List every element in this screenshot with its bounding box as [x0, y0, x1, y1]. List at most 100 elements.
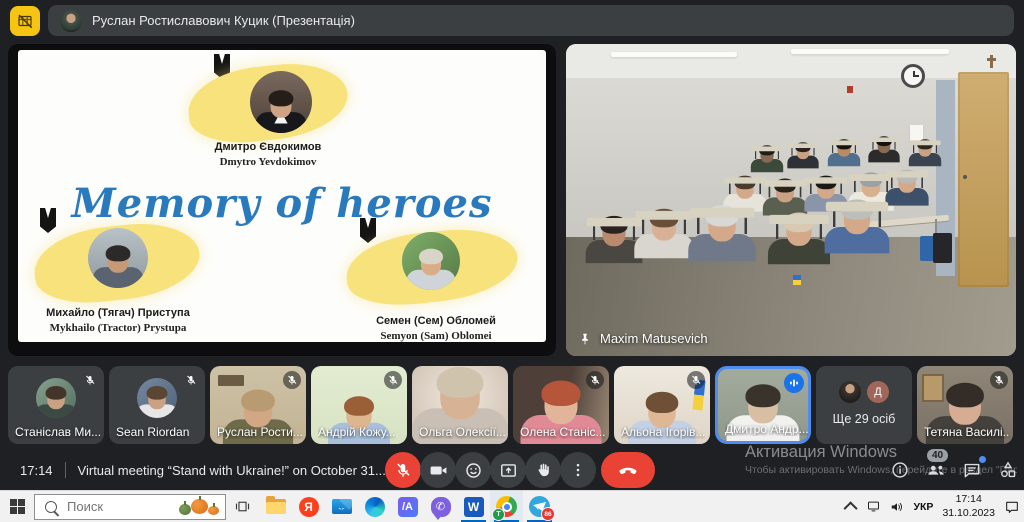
participant-tile[interactable]: Тетяна Василі...: [917, 366, 1013, 444]
search-input[interactable]: [65, 498, 169, 515]
mic-muted-badge: [182, 371, 200, 389]
participant-tile[interactable]: Ольга Олексії...: [412, 366, 508, 444]
language-indicator[interactable]: УКР: [913, 501, 933, 513]
halloween-pumpkins-doodle: [177, 495, 223, 519]
meeting-info: 17:14 Virtual meeting “Stand with Ukrain…: [20, 462, 386, 478]
file-explorer-button[interactable]: [259, 491, 292, 522]
participants-row: Станіслав Ми... Sean Riordan Руслан Рости.…: [8, 366, 1013, 444]
myoffice-button[interactable]: /A: [391, 491, 424, 522]
avatar: [36, 378, 76, 418]
audio-activity-icon: [788, 377, 800, 389]
participant-tile[interactable]: Андрій Кожу...: [311, 366, 407, 444]
volume-icon[interactable]: [890, 500, 904, 514]
meeting-app: Руслан Ростиславович Куцик (Презентація)…: [0, 0, 1024, 490]
participant-tile[interactable]: Руслан Рости...: [210, 366, 306, 444]
task-view-button[interactable]: [226, 491, 259, 522]
student-desk: [869, 137, 899, 142]
slide-title: Memory of heroes: [18, 180, 546, 227]
mail-icon: [332, 499, 352, 514]
avatar: [137, 378, 177, 418]
clock-text: 17:14: [20, 463, 53, 478]
camera-icon: [429, 461, 448, 480]
search-icon: [45, 501, 57, 513]
viber-button[interactable]: ✆: [424, 491, 457, 522]
chat-notification-dot: [979, 456, 986, 463]
more-options-button[interactable]: [560, 452, 596, 488]
task-view-icon: [234, 498, 251, 515]
participant-tile[interactable]: Альона Ігорів...: [614, 366, 710, 444]
student-desk: [724, 177, 766, 183]
slide-person-name: Семен (Сем) Обломей Semyon (Sam) Oblomei: [348, 314, 524, 342]
trash-bin: [933, 233, 952, 263]
activities-button[interactable]: [996, 458, 1020, 482]
tray-expand-chevron-icon[interactable]: [844, 501, 858, 515]
mail-button[interactable]: [325, 491, 358, 522]
action-center-button[interactable]: [1004, 499, 1020, 515]
grid-slash-icon: [16, 12, 34, 30]
word-button[interactable]: W: [457, 491, 490, 522]
participants-count-badge: 40: [927, 449, 948, 462]
people-icon: [925, 459, 947, 481]
camera-button[interactable]: [420, 452, 456, 488]
start-button[interactable]: [0, 491, 34, 522]
mic-muted-badge: [81, 371, 99, 389]
call-controls: [385, 452, 654, 488]
shapes-icon: [998, 460, 1018, 480]
student-desk: [751, 146, 782, 151]
tray-device-icon[interactable]: [866, 499, 881, 514]
tray-clock[interactable]: 17:14 31.10.2023: [942, 493, 995, 519]
top-bar: Руслан Ростиславович Куцик (Презентація): [0, 0, 1024, 42]
participant-name: Ольга Олексії...: [419, 425, 505, 439]
end-call-button[interactable]: [601, 452, 655, 488]
student-desk: [886, 171, 928, 177]
participant-tile[interactable]: Sean Riordan: [109, 366, 205, 444]
present-screen-icon: [499, 461, 518, 480]
participant-tile[interactable]: Станіслав Ми...: [8, 366, 104, 444]
hand-icon: [534, 461, 552, 479]
mic-muted-icon: [394, 461, 412, 479]
pinned-participant-label: Maxim Matusevich: [578, 331, 708, 346]
participant-tile[interactable]: Олена Станіс...: [513, 366, 609, 444]
yandex-icon: Я: [299, 497, 319, 517]
taskbar-search[interactable]: [34, 494, 226, 520]
chat-button[interactable]: [960, 458, 984, 482]
participants-button[interactable]: 40: [924, 458, 948, 482]
speaking-indicator: [784, 373, 804, 393]
participant-name: Sean Riordan: [116, 425, 189, 439]
windows-taskbar: Я /A ✆ W T 86 УКР 17:14 31.10.2023: [0, 490, 1024, 522]
mic-off-button[interactable]: [385, 452, 421, 488]
shared-presentation-tile[interactable]: Дмитро Євдокимов Dmytro Yevdokimov Memor…: [8, 44, 556, 356]
student-desk: [690, 208, 755, 218]
folder-icon: [266, 499, 286, 514]
slash-a-app-icon: /A: [398, 497, 418, 517]
mic-muted-icon: [84, 374, 96, 386]
pin-icon: [578, 332, 592, 346]
wall-cross: [990, 55, 993, 68]
ukraine-flag: [793, 275, 801, 285]
participant-tile[interactable]: ДЩе 29 осіб: [816, 366, 912, 444]
classroom-door: [958, 72, 1010, 287]
reactions-button[interactable]: [455, 452, 491, 488]
mic-muted-icon: [387, 374, 399, 386]
meeting-details-button[interactable]: [888, 458, 912, 482]
participant-name: Тетяна Василі...: [924, 425, 1010, 439]
student-desk: [764, 180, 807, 187]
present-button[interactable]: [490, 452, 526, 488]
edge-button[interactable]: [358, 491, 391, 522]
participant-name: Дмитро Андр...: [725, 422, 809, 436]
presentation-off-badge[interactable]: [10, 6, 40, 36]
chrome-button[interactable]: T: [490, 491, 523, 522]
action-center-icon: [1004, 499, 1020, 515]
windows-logo-icon: [10, 499, 25, 514]
pinned-video-tile[interactable]: Maxim Matusevich: [566, 44, 1016, 356]
portrait-photo: [402, 232, 460, 290]
telegram-unread-badge: 86: [541, 507, 555, 521]
end-call-icon: [617, 459, 639, 481]
participant-tile[interactable]: Дмитро Андр...: [715, 366, 811, 444]
chrome-badge: T: [492, 508, 505, 521]
overflow-count-label: Ще 29 осіб: [816, 412, 912, 426]
yandex-browser-button[interactable]: Я: [292, 491, 325, 522]
student-desk: [805, 177, 847, 183]
telegram-button[interactable]: 86: [523, 491, 556, 522]
raise-hand-button[interactable]: [525, 452, 561, 488]
